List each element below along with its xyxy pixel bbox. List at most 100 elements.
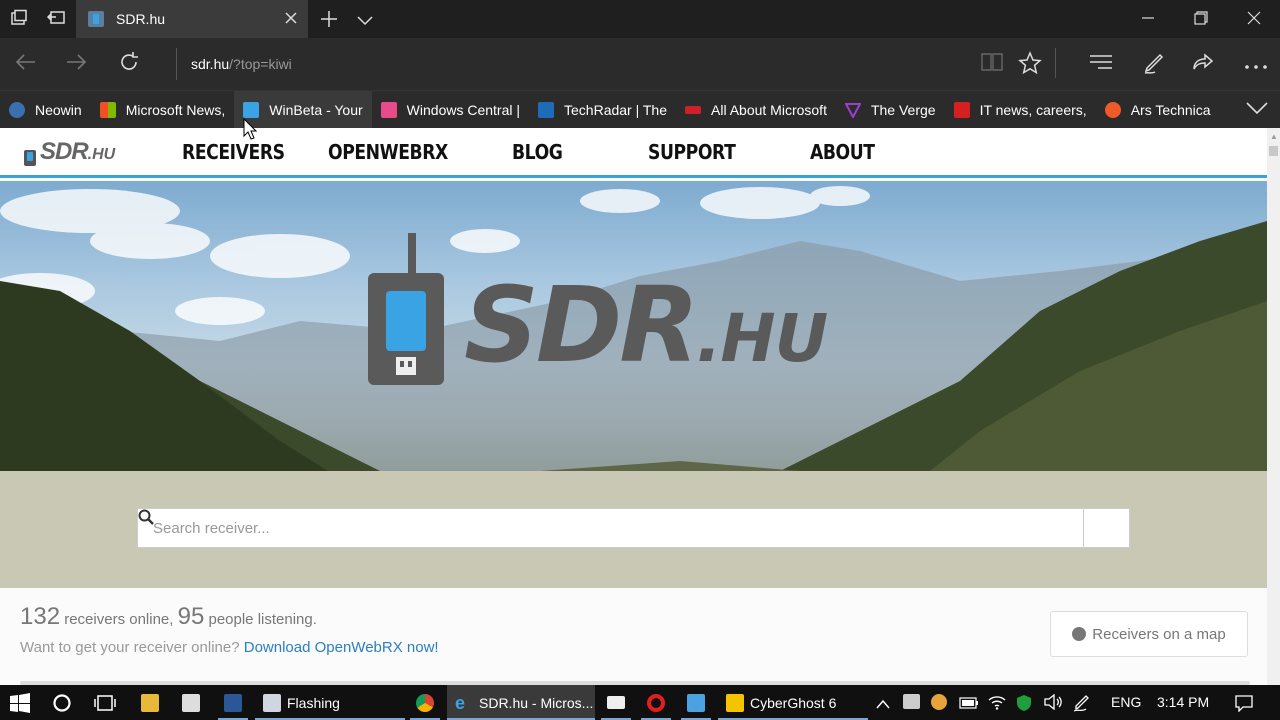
nav-receivers[interactable]: RECEIVERS — [182, 140, 285, 164]
taskbar-app-edge[interactable]: e SDR.hu - Micros... — [447, 685, 595, 720]
url-path: /?top=kiwi — [229, 56, 292, 72]
minimize-icon[interactable] — [1141, 11, 1155, 30]
favorite-all-about-microsoft[interactable]: All About Microsoft — [676, 91, 836, 129]
favorite-the-verge[interactable]: The Verge — [836, 91, 945, 129]
input-language[interactable]: ENG — [1111, 694, 1141, 710]
favorite-microsoft-news[interactable]: Microsoft News, — [91, 91, 235, 129]
restore-icon[interactable] — [1194, 11, 1208, 30]
back-arrow-icon[interactable] — [14, 50, 38, 80]
favorite-neowin[interactable]: Neowin — [0, 91, 91, 129]
favorite-label: Windows Central | — [406, 101, 521, 118]
chrome-button[interactable] — [410, 685, 440, 720]
receivers-map-button[interactable]: Receivers on a map — [1050, 611, 1248, 657]
page-scrollbar[interactable]: ▲ — [1267, 128, 1280, 685]
store-bag-icon — [182, 693, 200, 712]
favorite-star-icon[interactable] — [1018, 51, 1042, 81]
tray-app-icon[interactable] — [903, 694, 920, 709]
word-icon — [224, 693, 242, 712]
nav-blog[interactable]: BLOG — [512, 140, 563, 164]
search-icon — [138, 509, 154, 525]
word-button[interactable] — [218, 685, 248, 720]
address-field[interactable]: sdr.hu/?top=kiwi — [176, 48, 966, 80]
zdnet-icon — [685, 105, 702, 114]
app-button[interactable] — [681, 685, 711, 720]
battery-icon[interactable] — [959, 696, 979, 712]
opera-button[interactable] — [641, 685, 671, 720]
sdr-favicon-icon — [88, 11, 104, 27]
favorite-techradar[interactable]: TechRadar | The — [529, 91, 676, 129]
neowin-icon — [9, 101, 25, 118]
tab-sdr[interactable]: SDR.hu — [76, 0, 308, 38]
favorite-label: The Verge — [870, 101, 936, 118]
forward-arrow-icon[interactable] — [64, 50, 88, 80]
favorite-label: Ars Technica — [1130, 101, 1211, 118]
hero-banner: SDR.HU — [0, 181, 1267, 588]
nav-support[interactable]: SUPPORT — [648, 140, 736, 164]
close-tab-icon[interactable] — [284, 9, 298, 30]
security-shield-icon[interactable] — [1016, 694, 1032, 715]
url-host: sdr.hu — [191, 56, 230, 72]
nav-openwebrx[interactable]: OPENWEBRX — [328, 140, 448, 164]
mouse-cursor-icon — [243, 118, 257, 140]
search-input[interactable] — [138, 509, 1083, 547]
mail-button[interactable] — [601, 685, 631, 720]
scroll-thumb[interactable] — [1269, 146, 1278, 156]
site-logo[interactable]: SDR.HU — [24, 138, 115, 166]
show-hidden-icons-icon[interactable] — [876, 696, 890, 712]
hub-icon[interactable] — [1089, 51, 1113, 79]
action-center-icon[interactable] — [1235, 694, 1253, 715]
windows-logo-icon — [10, 692, 30, 713]
web-note-pen-icon[interactable] — [1142, 51, 1166, 81]
close-window-icon[interactable] — [1247, 11, 1261, 30]
opera-icon — [647, 693, 665, 712]
techradar-icon — [538, 101, 555, 118]
ars-technica-icon — [1104, 101, 1121, 118]
tray-chrome-icon[interactable] — [931, 694, 947, 710]
reading-view-icon[interactable] — [980, 51, 1004, 79]
store-button[interactable] — [182, 685, 200, 720]
favorites-bar: Neowin Microsoft News, WinBeta - Your Wi… — [0, 90, 1280, 129]
taskbar-app-label: CyberGhost 6 — [750, 694, 837, 711]
cyberghost-icon — [726, 693, 744, 712]
nav-about[interactable]: ABOUT — [810, 140, 875, 164]
taskbar: Flashing e SDR.hu - Micros... CyberGhost… — [0, 685, 1280, 720]
computerworld-icon — [953, 101, 970, 118]
cortana-button[interactable] — [52, 685, 72, 720]
more-actions-icon[interactable] — [1244, 54, 1268, 77]
receivers-text: receivers online, — [64, 611, 174, 628]
favorite-label: All About Microsoft — [711, 101, 827, 118]
file-explorer-button[interactable] — [141, 685, 159, 720]
search-button[interactable] — [138, 509, 1129, 547]
favorite-ars-technica[interactable]: Ars Technica — [1096, 91, 1220, 129]
refresh-icon[interactable] — [117, 50, 141, 80]
toolbar-divider — [1055, 48, 1056, 78]
share-icon[interactable] — [1191, 51, 1215, 81]
microsoft-logo-icon — [99, 101, 116, 118]
winbeta-icon — [243, 101, 260, 118]
logo-main: SDR — [40, 138, 89, 165]
favorites-overflow-chevron-icon[interactable] — [1246, 99, 1268, 120]
download-openwebrx-link[interactable]: Download OpenWebRX now! — [244, 639, 439, 656]
new-tab-icon[interactable] — [320, 10, 338, 33]
task-view-button[interactable] — [94, 685, 116, 720]
set-aside-tabs-icon[interactable] — [46, 9, 66, 32]
cortana-circle-icon — [53, 693, 71, 712]
app-window-icon — [687, 693, 705, 712]
search-box — [137, 508, 1130, 548]
pen-workspace-icon[interactable] — [1073, 694, 1091, 715]
tab-preview-chevron-icon[interactable] — [357, 13, 373, 31]
start-button[interactable] — [10, 685, 30, 720]
clock[interactable]: 3:14 PM — [1157, 694, 1209, 710]
favorite-computerworld[interactable]: IT news, careers, — [945, 91, 1096, 129]
taskbar-app-cyberghost[interactable]: CyberGhost 6 — [718, 685, 868, 720]
edge-icon: e — [455, 692, 466, 713]
taskbar-app-flashing[interactable]: Flashing — [255, 685, 405, 720]
wifi-icon[interactable] — [988, 694, 1006, 713]
globe-icon — [1072, 627, 1087, 641]
favorite-windows-central[interactable]: Windows Central | — [372, 91, 529, 129]
volume-icon[interactable] — [1044, 693, 1064, 713]
hero-logo-main: SDR — [464, 264, 699, 386]
tab-actions-icon[interactable] — [10, 9, 28, 32]
sdr-device-icon — [24, 144, 36, 166]
scroll-up-icon[interactable]: ▲ — [1270, 132, 1278, 141]
